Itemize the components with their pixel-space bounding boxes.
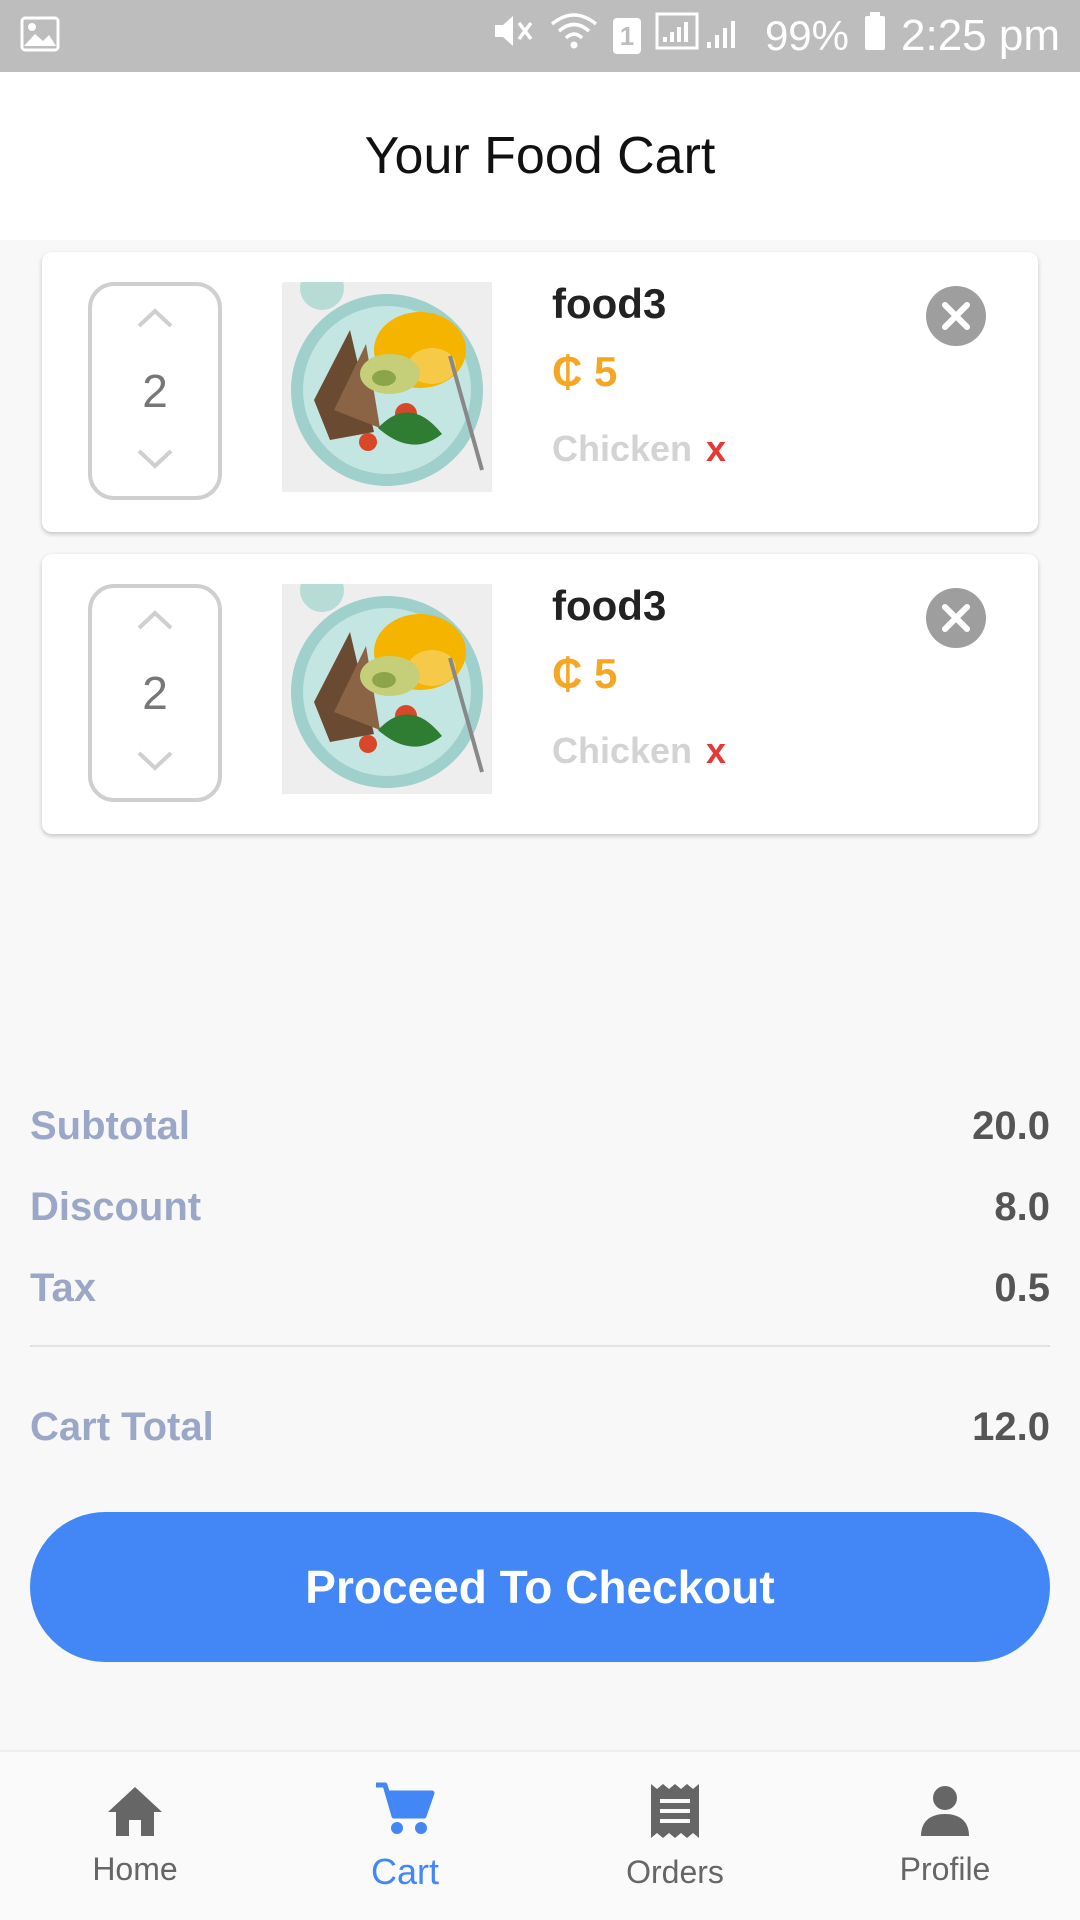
mute-icon (491, 11, 535, 61)
close-circle-icon (926, 286, 986, 346)
item-addon: Chicken x (552, 428, 726, 470)
proceed-to-checkout-button[interactable]: Proceed To Checkout (30, 1512, 1050, 1662)
tax-label: Tax (30, 1266, 96, 1310)
addon-label: Chicken (552, 428, 693, 469)
nav-item-cart[interactable]: Cart (270, 1752, 540, 1920)
chevron-down-icon[interactable] (135, 749, 175, 778)
cart-summary: Subtotal 20.0 Discount 8.0 Tax 0.5 Cart … (30, 1086, 1050, 1468)
discount-row: Discount 8.0 (30, 1167, 1050, 1248)
cart-total-label: Cart Total (30, 1405, 214, 1449)
item-price: ₵ 5 (552, 650, 618, 697)
remove-addon-button[interactable]: x (706, 730, 726, 771)
nav-label-orders: Orders (626, 1854, 724, 1890)
nav-item-orders[interactable]: Orders (540, 1752, 810, 1920)
close-circle-icon (926, 588, 986, 648)
item-name: food3 (552, 582, 667, 629)
cart-item-card: 2 food3 ₵ 5 Chicken x (42, 554, 1038, 834)
remove-addon-button[interactable]: x (706, 428, 726, 469)
page-title: Your Food Cart (364, 127, 716, 185)
cart-item-card: 2 food3 ₵ 5 Chicken x (42, 252, 1038, 532)
home-icon (105, 1784, 165, 1843)
item-addon: Chicken x (552, 730, 726, 772)
chevron-up-icon[interactable] (135, 306, 175, 335)
item-name: food3 (552, 280, 667, 327)
tax-row: Tax 0.5 (30, 1248, 1050, 1329)
tax-value: 0.5 (994, 1266, 1050, 1310)
remove-item-button[interactable] (926, 286, 986, 346)
food-image (282, 266, 492, 492)
item-price: ₵ 5 (552, 348, 618, 395)
signal-strength-icon (655, 11, 751, 61)
nav-item-home[interactable]: Home (0, 1752, 270, 1920)
addon-label: Chicken (552, 730, 693, 771)
nav-label-home: Home (92, 1851, 178, 1887)
cart-icon (374, 1780, 436, 1843)
app-header: Your Food Cart (0, 72, 1080, 240)
subtotal-row: Subtotal 20.0 (30, 1086, 1050, 1167)
sim-slot-badge: 1 (612, 18, 641, 54)
total-row: Cart Total 12.0 (30, 1387, 1050, 1468)
quantity-value: 2 (142, 667, 168, 719)
battery-percent: 99% (764, 12, 850, 59)
bottom-nav: Home Cart Orders Profile (0, 1750, 1080, 1920)
status-bar: 1 99% 2:25 pm (0, 0, 1080, 72)
quantity-stepper: 2 (88, 584, 222, 802)
receipt-icon (648, 1781, 702, 1846)
clock: 2:25 pm (901, 11, 1060, 60)
gallery-notification-icon (20, 16, 60, 57)
discount-value: 8.0 (994, 1185, 1050, 1229)
nav-label-profile: Profile (899, 1851, 991, 1887)
discount-label: Discount (30, 1185, 202, 1229)
remove-item-button[interactable] (926, 588, 986, 648)
wifi-icon (549, 11, 599, 61)
nav-item-profile[interactable]: Profile (810, 1752, 1080, 1920)
chevron-down-icon[interactable] (135, 447, 175, 476)
subtotal-value: 20.0 (972, 1104, 1050, 1148)
summary-divider (30, 1345, 1050, 1347)
battery-icon (863, 11, 887, 61)
cart-total-value: 12.0 (972, 1405, 1050, 1449)
chevron-up-icon[interactable] (135, 608, 175, 637)
nav-label-cart: Cart (370, 1850, 439, 1892)
quantity-stepper: 2 (88, 282, 222, 500)
person-icon (918, 1784, 972, 1843)
food-image (282, 568, 492, 794)
subtotal-label: Subtotal (30, 1104, 190, 1148)
quantity-value: 2 (142, 365, 168, 417)
